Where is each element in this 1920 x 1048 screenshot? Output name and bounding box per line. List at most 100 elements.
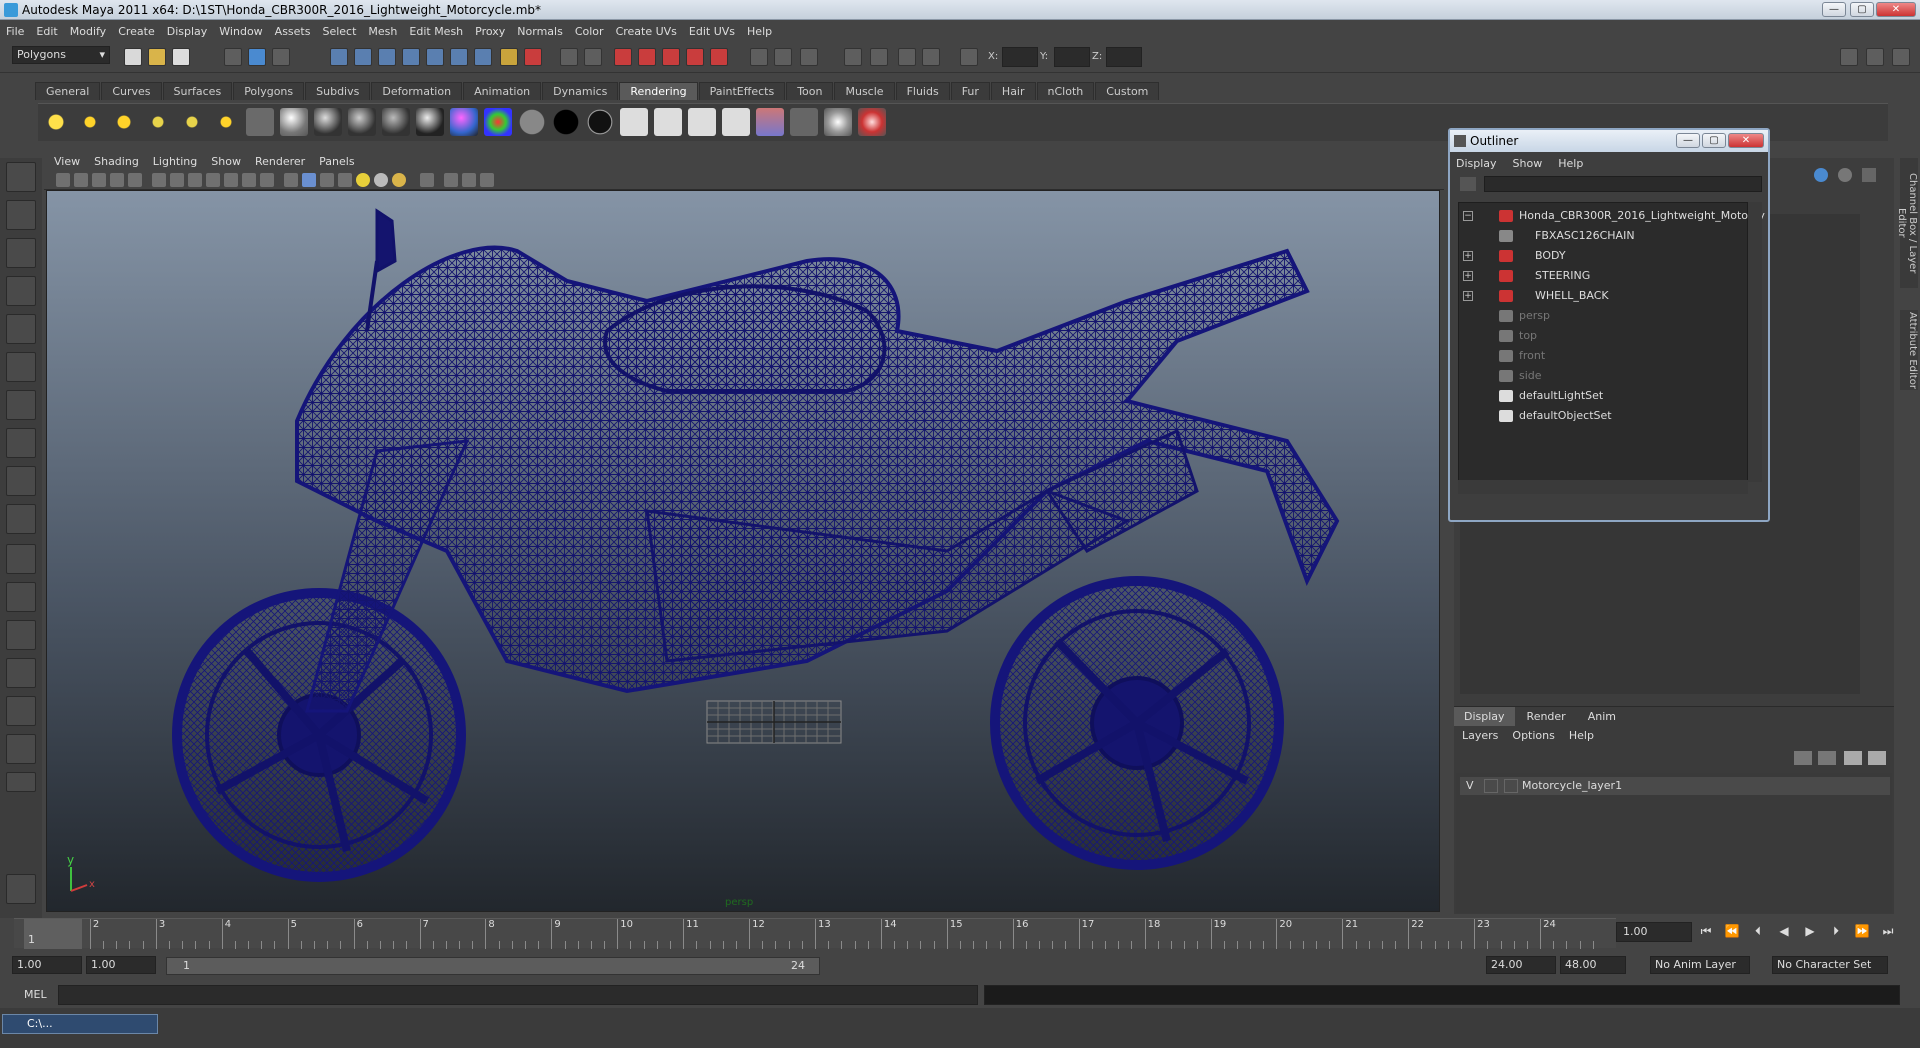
outliner-menu-show[interactable]: Show [1513,157,1543,170]
snap-grid-icon[interactable] [330,48,348,66]
show-hide-attribute-icon[interactable] [1840,48,1858,66]
sculpt-icon[interactable] [800,48,818,66]
ipr-icon[interactable] [654,108,682,136]
input-ops-icon[interactable] [560,48,578,66]
shelf-tab-general[interactable]: General [35,82,101,100]
shelf-tab-curves[interactable]: Curves [101,82,162,100]
use-all-lights-icon[interactable] [356,173,370,187]
select-camera-icon[interactable] [56,173,70,187]
outliner-filter-input[interactable] [1484,176,1762,192]
minimize-button[interactable]: — [1822,2,1846,17]
area-light-icon[interactable] [178,108,206,136]
move-tool-icon[interactable] [6,276,36,306]
time-slider[interactable]: 1234567891011121314151617181920212223241 [14,918,1616,949]
outliner-item[interactable]: + STEERING [1459,267,1739,285]
hotbox-icon[interactable] [6,874,36,904]
current-frame-marker[interactable]: 1 [24,919,82,949]
outliner-item[interactable]: + BODY [1459,247,1739,265]
menu-assets[interactable]: Assets [275,25,311,38]
outliner-icon[interactable] [922,48,940,66]
play-forwards-icon[interactable]: ▶ [1800,924,1820,942]
snap-live-icon[interactable] [450,48,468,66]
shelf-tab-hair[interactable]: Hair [990,82,1036,100]
layer-menu-options[interactable]: Options [1512,729,1554,742]
expand-toggle-icon[interactable]: + [1463,251,1473,261]
layer-visibility-toggle[interactable]: V [1466,777,1474,795]
new-layer-icon[interactable] [1794,751,1812,765]
hypershade-persp-layout-icon[interactable] [6,696,36,726]
menu-set-selector[interactable]: Polygons ▾ [12,46,110,64]
snap-point-icon[interactable] [378,48,396,66]
viewport-menu-view[interactable]: View [54,155,80,168]
menu-help[interactable]: Help [747,25,772,38]
xray-joints-icon[interactable] [462,173,476,187]
snap-curve-icon[interactable] [354,48,372,66]
show-hide-channel-box-icon[interactable] [1892,48,1910,66]
paint-select-tool-icon[interactable] [6,238,36,268]
attribute-editor-side-tab[interactable]: Attribute Editor [1900,310,1918,390]
show-hide-tool-settings-icon[interactable] [1866,48,1884,66]
layer-display-type-toggle[interactable] [1484,779,1498,793]
isolate-select-icon[interactable] [420,173,434,187]
transform-constraint-icon[interactable] [750,48,768,66]
blinn-shader-icon[interactable] [314,108,342,136]
graph-persp-layout-icon[interactable] [6,658,36,688]
close-button[interactable]: ✕ [1876,2,1916,17]
trax-layout-icon[interactable] [6,734,36,764]
go-to-end-icon[interactable]: ⏭ [1878,924,1898,942]
menu-create[interactable]: Create [118,25,155,38]
outliner-item[interactable]: persp [1459,307,1739,325]
textured-icon[interactable] [338,173,352,187]
shelf-tab-fluids[interactable]: Fluids [895,82,950,100]
shelf-tab-ncloth[interactable]: nCloth [1036,82,1095,100]
menu-modify[interactable]: Modify [70,25,106,38]
layered-shader-icon[interactable] [450,108,478,136]
history-icon[interactable] [500,48,518,66]
gate-mask-icon[interactable] [206,173,220,187]
grease-pencil-icon[interactable] [128,173,142,187]
ipr-render-icon[interactable] [638,48,656,66]
shelf-tab-polygons[interactable]: Polygons [233,82,305,100]
select-hierarchy-icon[interactable] [224,48,242,66]
ambient-light-icon[interactable] [42,108,70,136]
command-input[interactable] [58,985,978,1005]
outliner-menu-display[interactable]: Display [1456,157,1497,170]
paint-weights-icon[interactable] [774,48,792,66]
shelf-tab-painteffects[interactable]: PaintEffects [698,82,786,100]
x-input[interactable] [1002,47,1038,67]
viewport-menu-lighting[interactable]: Lighting [153,155,197,168]
outliner-horizontal-scrollbar[interactable] [1458,480,1748,494]
step-back-key-icon[interactable]: ⏴ [1748,924,1768,942]
outliner-menu-help[interactable]: Help [1558,157,1583,170]
save-scene-icon[interactable] [172,48,190,66]
shelf-tab-custom[interactable]: Custom [1095,82,1160,100]
outliner-item[interactable]: side [1459,367,1739,385]
light-linking-icon[interactable] [824,108,852,136]
resolution-gate-icon[interactable] [188,173,202,187]
use-background-icon[interactable] [586,108,614,136]
safe-action-icon[interactable] [242,173,256,187]
snap-plane-icon[interactable] [402,48,420,66]
batch-render-icon[interactable] [688,108,716,136]
shelf-tab-toon[interactable]: Toon [786,82,834,100]
end-time-field[interactable]: 48.00 [1560,956,1626,974]
layer-tab-anim[interactable]: Anim [1577,707,1626,726]
render-current-icon[interactable] [614,48,632,66]
channel-box-icon[interactable] [898,48,916,66]
outliner-maximize-button[interactable]: ▢ [1702,133,1726,148]
maximize-button[interactable]: ▢ [1850,2,1874,17]
shelf-tab-surfaces[interactable]: Surfaces [162,82,233,100]
shelf-tab-deformation[interactable]: Deformation [371,82,463,100]
rotate-tool-icon[interactable] [6,314,36,344]
render-settings-window-icon[interactable] [790,108,818,136]
phong-shader-icon[interactable] [382,108,410,136]
open-scene-icon[interactable] [148,48,166,66]
render-current-frame-icon[interactable] [620,108,648,136]
outliner-item[interactable]: − Honda_CBR300R_2016_Lightweight_Motorcy [1459,207,1765,225]
current-time-field[interactable]: 1.00 [1616,922,1692,942]
viewport-menu-renderer[interactable]: Renderer [255,155,305,168]
shelf-tab-rendering[interactable]: Rendering [619,82,698,100]
range-slider[interactable]: 1 24 [166,957,820,975]
scale-tool-icon[interactable] [6,352,36,382]
hypershade-icon[interactable] [686,48,704,66]
